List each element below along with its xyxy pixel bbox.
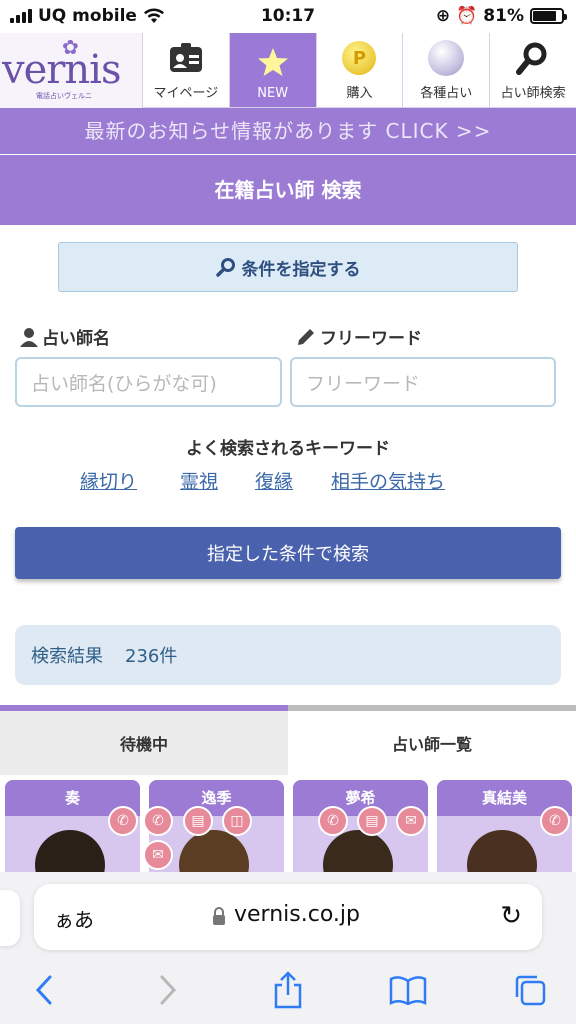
bookmarks-icon[interactable] <box>386 970 430 1010</box>
keyword-link[interactable]: 相手の気持ち <box>331 467 445 494</box>
url-text: vernis.co.jp <box>234 902 360 927</box>
id-card-icon <box>169 43 202 72</box>
keyword-link[interactable]: 復縁 <box>255 467 293 494</box>
result-count: 236件 <box>125 646 178 667</box>
teller-cards: 奏 逸季 夢希 真結美 ✆ ✆ ▤ ◫ ✉ ✆ ▤ ✉ ✆ <box>0 780 576 880</box>
nav-teller-search-label: 占い師検索 <box>500 86 566 101</box>
freeword-input[interactable]: フリーワード <box>290 357 556 407</box>
nav-fortune-types[interactable]: 各種占い <box>402 33 489 107</box>
nav-new[interactable]: NEW <box>228 33 316 107</box>
nav-purchase-label: 購入 <box>346 86 373 101</box>
logo-text: vernis <box>2 47 121 93</box>
text-size-button[interactable]: ぁあ <box>54 904 94 933</box>
nav-mypage[interactable]: マイページ <box>142 33 229 107</box>
keyword-link[interactable]: 縁切り <box>80 467 137 494</box>
nav-purchase[interactable]: P 購入 <box>315 33 403 107</box>
phone-icon: ✆ <box>108 806 138 836</box>
lock-icon <box>213 907 225 925</box>
previous-tab-edge[interactable] <box>0 890 20 946</box>
person-icon <box>20 327 38 347</box>
crystal-ball-icon <box>428 40 465 76</box>
nav-teller-search[interactable]: 占い師検索 <box>489 33 576 107</box>
nav-mypage-label: マイページ <box>153 86 219 101</box>
top-navigation: ✿ vernis 電話占いヴェルニ マイページ NEW P 購入 各種占い 占い… <box>0 33 576 108</box>
tab-standby[interactable]: 待機中 <box>0 705 288 775</box>
battery-percent: 81% <box>483 6 524 26</box>
reload-icon[interactable]: ↻ <box>500 901 522 931</box>
status-bar: UQ mobile 10:17 ⊕ ⏰ 81% <box>0 0 576 33</box>
keyword-link[interactable]: 霊視 <box>180 467 218 494</box>
forward-icon[interactable] <box>146 970 190 1010</box>
search-submit-button[interactable]: 指定した条件で検索 <box>15 527 561 579</box>
chat-icon: ▤ <box>357 806 387 836</box>
mail-icon: ✉ <box>143 840 173 870</box>
news-banner[interactable]: 最新のお知らせ情報があります CLICK >> <box>0 108 576 154</box>
star-icon <box>257 48 288 76</box>
tabs-icon[interactable] <box>508 970 552 1010</box>
page-title: 在籍占い師 検索 <box>0 155 576 225</box>
nav-new-label: NEW <box>257 86 289 101</box>
alarm-icon: ⏰ <box>456 6 478 26</box>
phone-icon: ✆ <box>540 806 570 836</box>
gift-icon: ◫ <box>222 806 252 836</box>
search-result-box: 検索結果 236件 <box>15 625 561 685</box>
search-icon <box>215 258 235 277</box>
chat-icon: ▤ <box>183 806 213 836</box>
freeword-label: フリーワード <box>296 324 422 349</box>
freeword-text: フリーワード <box>320 329 422 349</box>
specify-conditions-button[interactable]: 条件を指定する <box>58 242 518 292</box>
safari-bottom-toolbar <box>0 968 576 1014</box>
coin-icon: P <box>342 41 377 75</box>
phone-icon: ✆ <box>318 806 348 836</box>
search-icon <box>516 42 547 75</box>
vernis-logo[interactable]: ✿ vernis 電話占いヴェルニ <box>0 33 142 108</box>
fortune-teller-name-label: 占い師名 <box>20 324 110 349</box>
result-label: 検索結果 <box>31 646 103 667</box>
address-bar[interactable]: ぁあ vernis.co.jp ↻ <box>34 884 542 950</box>
pencil-icon <box>298 328 314 345</box>
share-icon[interactable] <box>266 970 310 1010</box>
rotation-lock-icon: ⊕ <box>435 6 451 26</box>
back-icon[interactable] <box>22 970 66 1010</box>
battery-icon <box>530 8 567 24</box>
tab-teller-list[interactable]: 占い師一覧 <box>288 705 576 775</box>
nav-fortune-types-label: 各種占い <box>420 86 473 101</box>
fortune-teller-name-text: 占い師名 <box>42 329 110 349</box>
fortune-teller-name-input[interactable]: 占い師名(ひらがな可) <box>15 357 282 407</box>
mail-icon: ✉ <box>396 806 426 836</box>
specify-conditions-label: 条件を指定する <box>241 259 361 280</box>
phone-icon: ✆ <box>143 806 173 836</box>
browser-toolbar: ぁあ vernis.co.jp ↻ <box>0 872 576 1024</box>
result-tabs: 待機中 占い師一覧 <box>0 705 576 775</box>
popular-keywords-title: よく検索されるキーワード <box>186 439 390 459</box>
logo-subtext: 電話占いヴェルニ <box>36 92 92 100</box>
